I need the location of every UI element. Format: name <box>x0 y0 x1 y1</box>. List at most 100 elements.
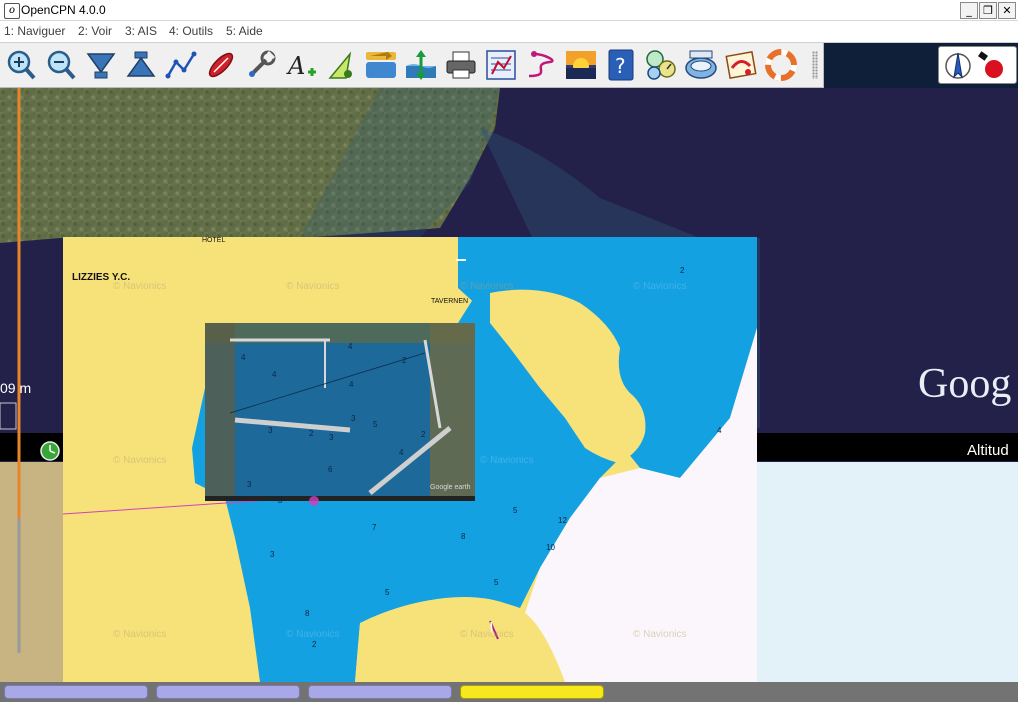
main-toolbar: A ? <box>0 43 824 88</box>
text-add-button[interactable]: A <box>284 48 318 82</box>
depth-sounding: 6 <box>328 465 333 474</box>
menu-aide[interactable]: 5: Aide <box>226 24 263 38</box>
track-button[interactable] <box>524 48 558 82</box>
restore-button[interactable]: ❐ <box>979 2 997 19</box>
close-button[interactable]: ✕ <box>998 2 1016 19</box>
depth-sounding: 8 <box>305 609 310 618</box>
status-bar <box>0 682 1018 702</box>
menu-ais[interactable]: 3: AIS <box>125 24 157 38</box>
settings-button[interactable] <box>244 48 278 82</box>
depth-sounding: 4 <box>399 448 404 457</box>
tide-button[interactable] <box>404 48 438 82</box>
follow-ship-button[interactable] <box>204 48 238 82</box>
depth-sounding: 2 <box>680 266 685 275</box>
zoom-in-icon <box>7 50 36 80</box>
watermark: © Navionics <box>113 629 167 640</box>
title-bar: o OpenCPN 4.0.0 _ ❐ ✕ <box>0 0 1018 21</box>
depth-sounding: 3 <box>247 480 252 489</box>
label-tavernen: TAVERNEN <box>431 298 469 305</box>
depth-sounding: 8 <box>461 532 466 541</box>
zoom-out-button[interactable] <box>44 48 78 82</box>
watermark: © Navionics <box>460 281 514 292</box>
menu-naviguer[interactable]: 1: Naviguer <box>4 24 65 38</box>
status-pane-active <box>460 685 604 699</box>
depth-sounding: 4 <box>717 426 722 435</box>
print-button[interactable] <box>444 48 478 82</box>
scale-up-icon <box>126 51 156 77</box>
depth-sounding: 5 <box>373 420 378 429</box>
depth-sounding: 5 <box>513 506 518 515</box>
help-button[interactable]: ? <box>604 48 638 82</box>
route-manager-button[interactable] <box>484 48 518 82</box>
depth-sounding: 4 <box>272 370 277 379</box>
land-fill <box>0 462 63 682</box>
color-scheme-icon <box>566 51 596 79</box>
depth-sounding: 2 <box>402 356 407 365</box>
ais-target-icon <box>328 51 352 79</box>
depth-sounding: 5 <box>385 588 390 597</box>
ais-button[interactable] <box>324 48 358 82</box>
current-button[interactable] <box>364 48 398 82</box>
watermark: © Navionics <box>286 281 340 292</box>
depth-sounding: 4 <box>348 342 353 351</box>
compass-icon <box>945 51 1003 79</box>
logbook-icon <box>725 51 757 79</box>
scale-down-button[interactable] <box>84 48 118 82</box>
current-icon <box>366 52 396 78</box>
depth-sounding: 7 <box>372 523 377 532</box>
route-button[interactable] <box>164 48 198 82</box>
watermark: © Navionics <box>460 629 514 640</box>
svg-text:A: A <box>286 52 305 80</box>
scale-up-button[interactable] <box>124 48 158 82</box>
color-scheme-button[interactable] <box>564 48 598 82</box>
settings-wrench-icon <box>249 50 276 77</box>
depth-sounding: 2 <box>421 430 426 439</box>
minimize-button[interactable]: _ <box>960 2 978 19</box>
depth-sounding: 2 <box>312 640 317 649</box>
menu-outils[interactable]: 4: Outils <box>169 24 213 38</box>
depth-sounding: 3 <box>351 414 356 423</box>
menu-voir[interactable]: 2: Voir <box>78 24 112 38</box>
status-pane-cog <box>156 685 300 699</box>
follow-ship-icon <box>208 52 234 78</box>
status-pane-cursor <box>308 685 452 699</box>
google-logo-text: Goog <box>918 361 1012 407</box>
toolbar-grip[interactable] <box>812 51 818 79</box>
depth-sounding: 2 <box>309 429 314 438</box>
grib-button[interactable] <box>684 48 718 82</box>
mob-button[interactable] <box>764 48 798 82</box>
vessel-marker[interactable] <box>309 496 319 506</box>
mob-icon <box>765 49 797 81</box>
empty-chart-area <box>757 462 1018 682</box>
depth-sounding: 3 <box>270 550 275 559</box>
watermark: © Navionics <box>633 629 687 640</box>
watermark: © Navionics <box>113 455 167 466</box>
depth-sounding: 12 <box>558 516 567 525</box>
tide-icon <box>406 50 436 80</box>
route-manager-icon <box>486 50 516 80</box>
zoom-in-button[interactable] <box>4 48 38 82</box>
watermark: © Navionics <box>113 281 167 292</box>
opencpn-app-icon[interactable]: o <box>4 3 20 19</box>
watermark: © Navionics <box>480 455 534 466</box>
logbook-button[interactable] <box>724 48 758 82</box>
print-icon <box>446 51 476 79</box>
depth-sounding: 4 <box>349 380 354 389</box>
altitude-label: Altitud <box>967 442 1009 459</box>
svg-text:?: ? <box>615 54 626 78</box>
depth-sounding: 3 <box>268 426 273 435</box>
menu-bar: 1: Naviguer 2: Voir 3: AIS 4: Outils 5: … <box>0 21 1018 43</box>
dashboard-button[interactable] <box>644 48 678 82</box>
label-hotel: HOTEL <box>202 237 226 244</box>
depth-sounding: 3 <box>278 496 283 505</box>
compass-gps-status[interactable] <box>938 46 1017 84</box>
window-title: OpenCPN 4.0.0 <box>21 3 106 17</box>
grib-icon <box>685 50 717 79</box>
watermark: © Navionics <box>286 629 340 640</box>
depth-sounding: 3 <box>329 433 334 442</box>
chart-canvas[interactable]: 09 m Goog Altitud HOTEL LIZZIES Y.C. TAV… <box>0 88 1018 682</box>
status-pane-position <box>4 685 148 699</box>
track-icon <box>528 51 554 78</box>
text-add-icon: A <box>286 52 316 80</box>
depth-sounding: 4 <box>241 353 246 362</box>
